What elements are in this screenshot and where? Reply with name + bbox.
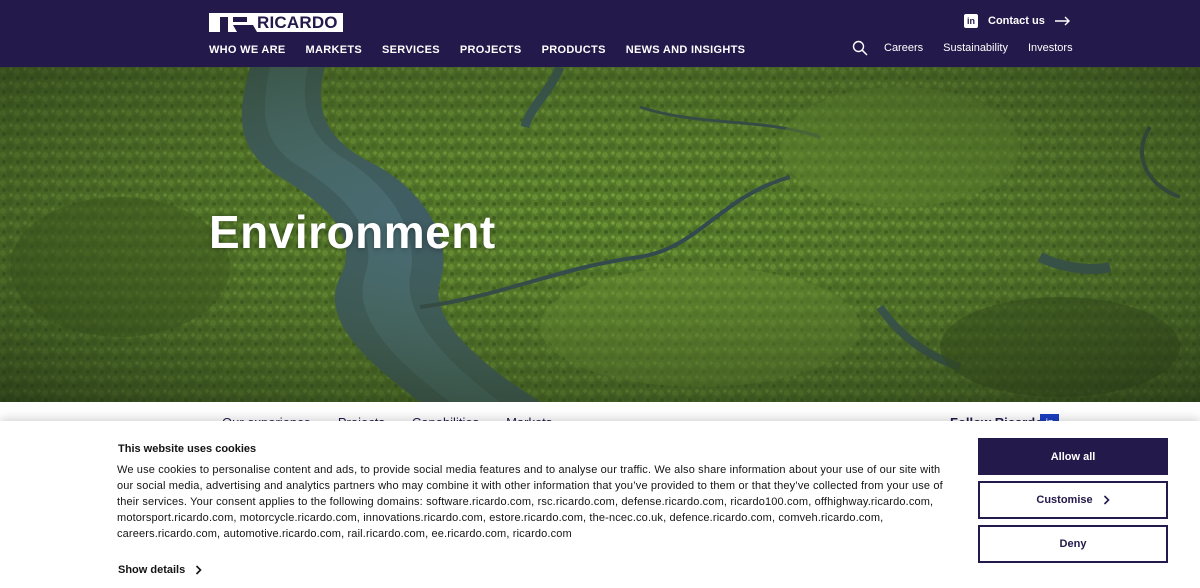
allow-all-button[interactable]: Allow all (978, 438, 1168, 475)
customise-label: Customise (1036, 494, 1093, 506)
wetland-aerial-image (0, 67, 1200, 402)
deny-button[interactable]: Deny (978, 525, 1168, 563)
hero-banner: Environment (0, 67, 1200, 402)
chevron-right-icon (196, 565, 202, 575)
main-nav: WHO WE ARE MARKETS SERVICES PROJECTS PRO… (209, 44, 745, 56)
site-header: RICARDO WHO WE ARE MARKETS SERVICES PROJ… (0, 0, 1200, 67)
sustainability-link[interactable]: Sustainability (943, 42, 1008, 54)
nav-projects[interactable]: PROJECTS (460, 44, 522, 56)
deny-label: Deny (1059, 538, 1087, 550)
customise-button[interactable]: Customise (978, 481, 1168, 519)
nav-services[interactable]: SERVICES (382, 44, 440, 56)
investors-link[interactable]: Investors (1028, 42, 1073, 54)
contact-us-link[interactable]: Contact us (988, 15, 1045, 27)
utility-nav: Careers Sustainability Investors (852, 40, 1073, 56)
cookie-banner: This website uses cookies We use cookies… (0, 421, 1200, 588)
logo-mark-icon (209, 13, 258, 32)
allow-all-label: Allow all (1050, 450, 1096, 463)
nav-products[interactable]: PRODUCTS (542, 44, 606, 56)
cookie-title: This website uses cookies (118, 443, 257, 455)
ricardo-logo[interactable]: RICARDO (209, 13, 343, 32)
show-details-link[interactable]: Show details (118, 564, 202, 576)
logo-text: RICARDO (255, 13, 343, 32)
chevron-right-icon (1103, 495, 1110, 505)
nav-markets[interactable]: MARKETS (306, 44, 363, 56)
search-icon[interactable] (852, 40, 868, 56)
arrow-right-icon (1054, 16, 1070, 26)
cookie-description: We use cookies to personalise content an… (117, 464, 943, 540)
nav-who-we-are[interactable]: WHO WE ARE (209, 44, 286, 56)
page-title: Environment (209, 206, 496, 258)
contact-area: in Contact us (964, 14, 1071, 28)
careers-link[interactable]: Careers (884, 42, 923, 54)
nav-news-and-insights[interactable]: NEWS AND INSIGHTS (626, 44, 746, 56)
linkedin-icon[interactable]: in (964, 14, 978, 28)
show-details-label: Show details (118, 564, 186, 576)
